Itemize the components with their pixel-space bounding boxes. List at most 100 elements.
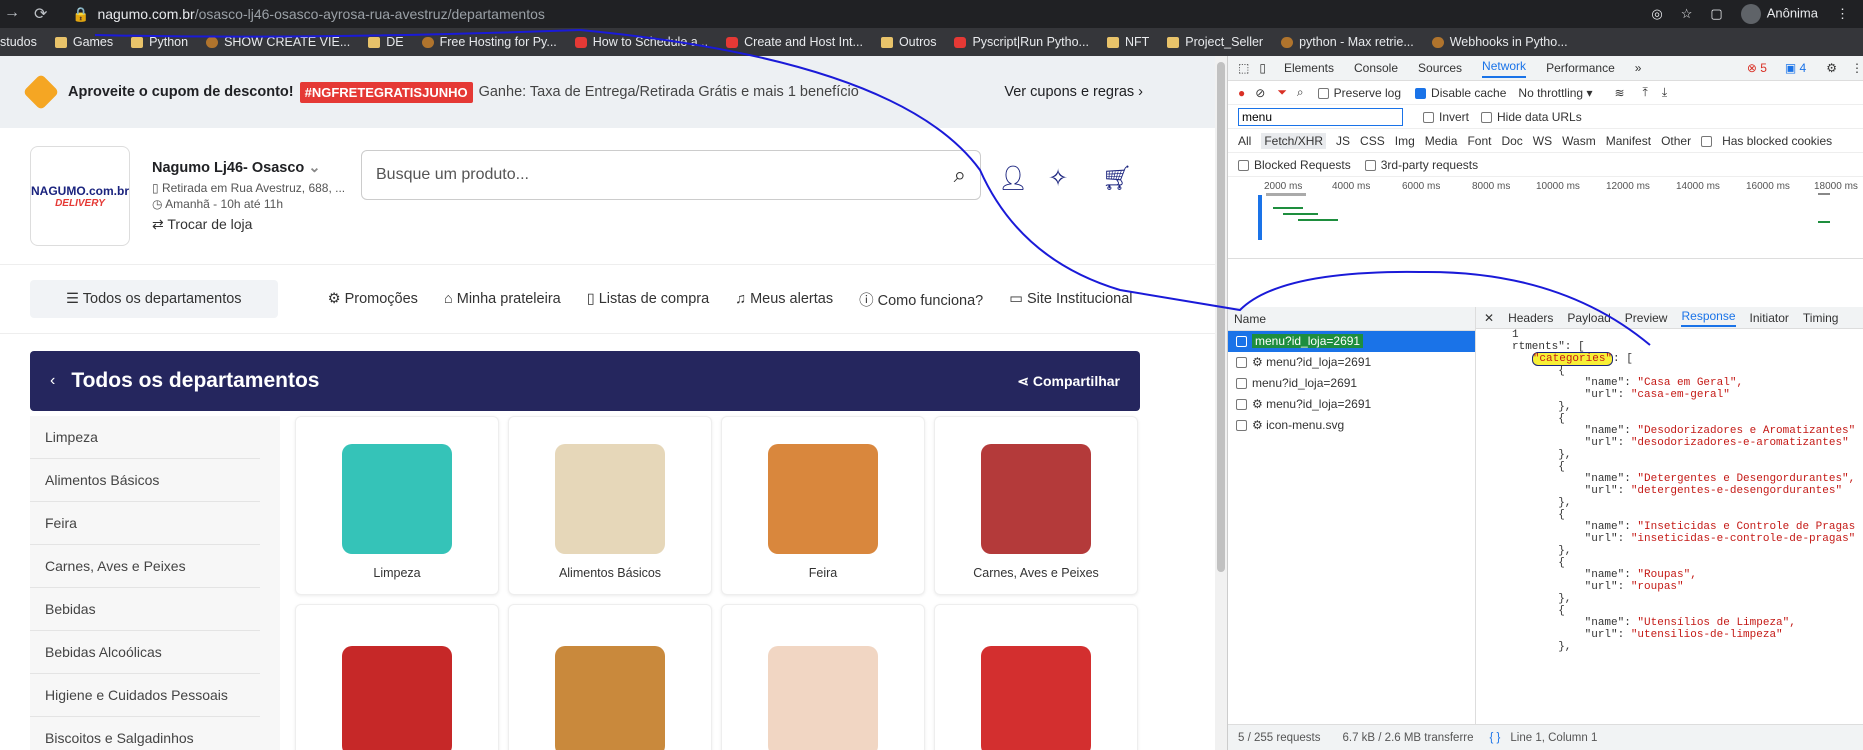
type-css[interactable]: CSS	[1360, 134, 1385, 148]
request-row[interactable]: ⚙ menu?id_loja=2691	[1228, 394, 1475, 415]
disable-cache-checkbox[interactable]: Disable cache	[1415, 86, 1506, 100]
category-list-item[interactable]: Limpeza	[30, 416, 260, 459]
tab-performance[interactable]: Performance	[1546, 61, 1615, 75]
category-tile[interactable]: Limpeza	[295, 416, 499, 595]
network-timeline[interactable]: 2000 ms 4000 ms 6000 ms 8000 ms 10000 ms…	[1228, 177, 1863, 259]
type-fetch-xhr[interactable]: Fetch/XHR	[1261, 132, 1327, 149]
tab-initiator[interactable]: Initiator	[1750, 311, 1789, 325]
tab-sources[interactable]: Sources	[1418, 61, 1462, 75]
row-checkbox[interactable]	[1236, 336, 1247, 348]
row-checkbox[interactable]	[1236, 399, 1247, 411]
filter-input[interactable]	[1238, 107, 1403, 126]
bookmark-item[interactable]: Create and Host Int...	[726, 35, 863, 49]
wifi-icon[interactable]: ≋	[1614, 86, 1624, 100]
nav-link-promocoes[interactable]: ⚙ Promoções	[328, 291, 418, 307]
preserve-log-checkbox[interactable]: Preserve log	[1317, 86, 1401, 100]
download-icon[interactable]: ⤓	[1662, 85, 1667, 100]
bookmark-item[interactable]: SHOW CREATE VIE...	[206, 35, 350, 49]
tab-payload[interactable]: Payload	[1567, 311, 1610, 325]
change-store-link[interactable]: ⇄ Trocar de loja	[152, 216, 362, 233]
bookmark-item[interactable]: Outros	[880, 35, 936, 49]
bookmark-item[interactable]: Python	[131, 35, 188, 49]
eye-off-icon[interactable]: ◎	[1651, 6, 1662, 22]
response-body[interactable]: 1 rtments": [ "categories": [ { "name": "…	[1476, 329, 1863, 653]
error-badge[interactable]: ⊗ 5	[1747, 61, 1767, 75]
upload-icon[interactable]: ⤒	[1643, 85, 1648, 100]
filter-icon[interactable]: ⏷	[1277, 85, 1287, 100]
tab-icon[interactable]: ▢	[1710, 6, 1722, 22]
profile-button[interactable]: Anônima	[1740, 4, 1818, 24]
category-list-item[interactable]: Feira	[30, 502, 260, 545]
type-other[interactable]: Other	[1661, 134, 1691, 148]
store-name[interactable]: Nagumo Lj46- Osasco ⌄	[152, 160, 362, 176]
reload-icon[interactable]: ⟳	[34, 4, 47, 24]
category-tile[interactable]: Carnes, Aves e Peixes	[934, 416, 1138, 595]
category-list-item[interactable]: Bebidas	[30, 588, 260, 631]
forward-icon[interactable]: →	[4, 4, 20, 24]
nav-link-prateleira[interactable]: ⌂ Minha prateleira	[444, 291, 561, 307]
category-list-item[interactable]: Alimentos Básicos	[30, 459, 260, 502]
name-column-header[interactable]: Name	[1228, 307, 1475, 331]
record-icon[interactable]: ●	[1238, 86, 1245, 100]
request-row[interactable]: ⚙ menu?id_loja=2691	[1228, 352, 1475, 373]
bookmark-item[interactable]: Free Hosting for Py...	[421, 35, 557, 49]
bookmark-item[interactable]: Project_Seller	[1167, 35, 1263, 49]
logo[interactable]: NAGUMO.com.br DELIVERY	[30, 146, 130, 246]
nav-link-alertas[interactable]: ♫ Meus alertas	[735, 291, 833, 307]
tab-response[interactable]: Response	[1681, 309, 1736, 327]
format-icon[interactable]: { }	[1490, 732, 1501, 744]
search-input[interactable]	[376, 166, 954, 184]
bookmark-item[interactable]: python - Max retrie...	[1281, 35, 1414, 49]
type-manifest[interactable]: Manifest	[1606, 134, 1651, 148]
type-doc[interactable]: Doc	[1501, 134, 1522, 148]
bookmark-item[interactable]: Games	[54, 35, 113, 49]
menu-icon[interactable]: ⋮	[1836, 6, 1849, 22]
row-checkbox[interactable]	[1236, 420, 1247, 432]
bookmark-item[interactable]: Webhooks in Pytho...	[1431, 35, 1568, 49]
inspect-icon[interactable]: ⬚	[1238, 61, 1249, 75]
url-field[interactable]: 🔒 nagumo.com.br/osasco-lj46-osasco-ayrosa…	[60, 6, 1651, 23]
request-row[interactable]: menu?id_loja=2691	[1228, 373, 1475, 394]
bookmark-item[interactable]: studos	[0, 35, 37, 49]
back-icon[interactable]: ‹	[50, 372, 55, 390]
tab-headers[interactable]: Headers	[1508, 311, 1553, 325]
tab-preview[interactable]: Preview	[1625, 311, 1668, 325]
share-button[interactable]: ⋖ Compartilhar	[1017, 373, 1120, 390]
tab-more[interactable]: »	[1635, 61, 1642, 75]
bookmark-item[interactable]: Pyscript|Run Pytho...	[954, 35, 1089, 49]
bookmark-item[interactable]: NFT	[1106, 35, 1149, 49]
clear-icon[interactable]: ⊘	[1255, 86, 1265, 100]
row-checkbox[interactable]	[1236, 357, 1247, 369]
invert-checkbox[interactable]: Invert	[1423, 110, 1469, 124]
kebab-icon[interactable]: ⋮	[1851, 61, 1863, 75]
throttling-select[interactable]: No throttling ▾	[1518, 86, 1592, 100]
type-wasm[interactable]: Wasm	[1562, 134, 1596, 148]
page-scrollbar[interactable]	[1215, 56, 1227, 750]
cart-icon[interactable]: 🛒︎	[1102, 164, 1132, 193]
close-icon[interactable]: ✕	[1484, 311, 1494, 325]
blocked-requests-checkbox[interactable]: Blocked Requests	[1238, 158, 1351, 172]
category-list-item[interactable]: Higiene e Cuidados Pessoais	[30, 674, 260, 717]
tab-timing[interactable]: Timing	[1803, 311, 1839, 325]
bookmark-item[interactable]: How to Schedule a...	[574, 35, 708, 49]
coupons-link[interactable]: Ver cupons e regras ›	[1004, 84, 1143, 100]
user-icon[interactable]: 👤︎	[998, 164, 1028, 193]
issues-badge[interactable]: ▣ 4	[1785, 61, 1806, 75]
blocked-cookies-checkbox[interactable]: Has blocked cookies	[1701, 134, 1842, 148]
star-icon[interactable]: ☆	[1681, 6, 1693, 22]
bookmark-item[interactable]: DE	[368, 35, 404, 49]
category-tile[interactable]	[721, 604, 925, 750]
nav-link-como-funciona[interactable]: ⓘ Como funciona?	[859, 289, 983, 310]
request-row[interactable]: menu?id_loja=2691	[1228, 331, 1475, 352]
device-icon[interactable]: ▯	[1259, 61, 1266, 75]
type-all[interactable]: All	[1238, 134, 1251, 148]
search-icon[interactable]: ⌕	[954, 162, 966, 188]
category-list-item[interactable]: Biscoitos e Salgadinhos	[30, 717, 260, 750]
hide-data-urls-checkbox[interactable]: Hide data URLs	[1481, 110, 1582, 124]
type-ws[interactable]: WS	[1533, 134, 1552, 148]
type-js[interactable]: JS	[1336, 134, 1350, 148]
coupon-header-icon[interactable]: ✧	[1048, 164, 1068, 193]
category-tile[interactable]	[295, 604, 499, 750]
category-tile[interactable]: Feira	[721, 416, 925, 595]
tab-elements[interactable]: Elements	[1284, 61, 1334, 75]
